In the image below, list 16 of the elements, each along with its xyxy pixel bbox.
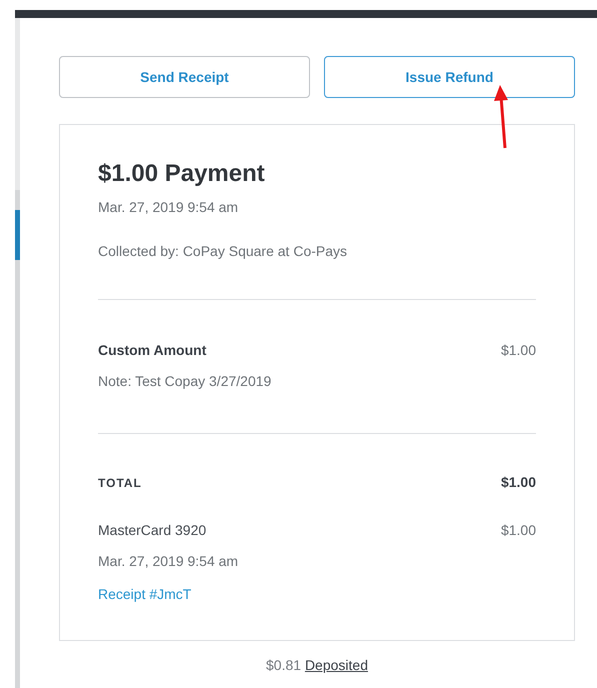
collector-text: Collected by: CoPay Square at Co-Pays (98, 243, 348, 259)
receipt-link[interactable]: Receipt #JmcT (98, 586, 192, 602)
total-label: TOTAL (98, 476, 142, 490)
payment-title: $1.00 Payment (98, 159, 266, 189)
card-method: MasterCard 3920 (98, 522, 206, 538)
item-note: Note: Test Copay 3/27/2019 (98, 373, 272, 389)
payment-date: Mar. 27, 2019 9:54 am (98, 199, 238, 215)
deposit-amount: $0.81 (266, 657, 302, 673)
payment-date: Mar. 27, 2019 9:54 am (98, 553, 238, 569)
card-amount: $1.00 (500, 522, 536, 538)
item-amount: $1.00 (500, 342, 536, 358)
total-amount: $1.00 (500, 474, 536, 490)
send-receipt-button[interactable]: Send Receipt (59, 56, 310, 98)
issue-refund-button[interactable]: Issue Refund (324, 56, 575, 98)
deposited-link[interactable]: Deposited (304, 657, 368, 673)
item-name: Custom Amount (98, 342, 206, 358)
